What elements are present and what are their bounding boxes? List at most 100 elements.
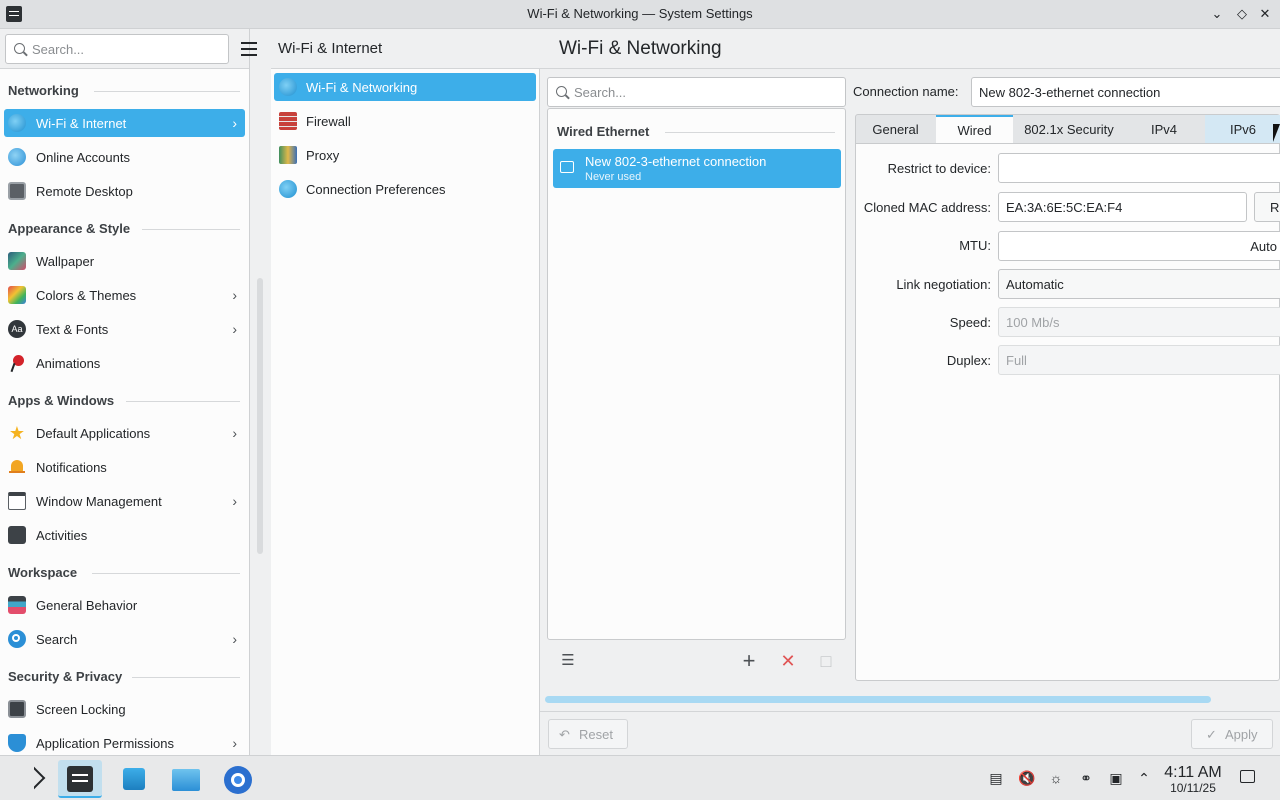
cloned-mac-value: EA:3A:6E:5C:EA:F4: [1006, 200, 1123, 215]
chevron-right-icon: ›: [232, 425, 237, 441]
sidebar-item-label: Search: [36, 632, 78, 647]
configure-icon[interactable]: ☰: [558, 652, 578, 672]
horizontal-scrollbar[interactable]: [545, 696, 1211, 703]
application-launcher-icon[interactable]: [12, 760, 56, 798]
export-icon[interactable]: □: [816, 652, 836, 672]
tab-8021x-security[interactable]: 802.1x Security: [1014, 115, 1124, 145]
mtu-spinbox[interactable]: Auto: [998, 231, 1280, 261]
sidebar-item-colors-themes[interactable]: Colors & Themes ›: [4, 281, 245, 309]
chevron-up-icon[interactable]: ⌃: [1136, 770, 1152, 786]
animations-icon: [8, 354, 26, 373]
sidebar-item-online-accounts[interactable]: Online Accounts: [4, 143, 245, 171]
remote-desktop-icon: [8, 182, 26, 200]
close-button[interactable]: ✕: [1256, 5, 1274, 23]
apply-label: Apply: [1225, 727, 1258, 742]
digital-clock[interactable]: 4:11 AM 10/11/25: [1160, 764, 1226, 795]
middle-title: Wi-Fi & Internet: [278, 40, 383, 57]
system-settings-task[interactable]: [58, 760, 102, 798]
sidebar-item-text-fonts[interactable]: Aa Text & Fonts ›: [4, 315, 245, 343]
sidebar-item-remote-desktop[interactable]: Remote Desktop: [4, 177, 245, 205]
sidebar-item-label: Notifications: [36, 460, 107, 475]
tab-ipv6[interactable]: IPv6: [1205, 115, 1280, 145]
sidebar-item-label: Default Applications: [36, 426, 151, 441]
subitem-connection-preferences[interactable]: Connection Preferences: [274, 175, 536, 203]
wired-tab-panel: [855, 143, 1280, 681]
sidebar-item-label: Application Permissions: [36, 736, 175, 751]
network-icon[interactable]: ⚭: [1078, 770, 1094, 786]
wallpaper-icon: [8, 252, 26, 270]
link-negotiation-value: Automatic: [1006, 277, 1064, 292]
section-security-privacy: Security & Privacy: [8, 669, 123, 684]
sidebar-item-label: Colors & Themes: [36, 288, 137, 303]
sidebar-item-activities[interactable]: Activities: [4, 521, 245, 549]
discover-store-icon[interactable]: [112, 760, 156, 798]
restrict-device-label: Restrict to device:: [887, 161, 991, 176]
section-networking: Networking: [8, 83, 79, 98]
subitem-label: Firewall: [306, 114, 351, 129]
connection-status: Never used: [585, 171, 642, 183]
menu-icon[interactable]: [241, 41, 257, 57]
sidebar-item-animations[interactable]: Animations: [4, 349, 245, 377]
file-manager-icon[interactable]: [164, 760, 208, 798]
chromium-browser-icon[interactable]: [216, 760, 260, 798]
sidebar-item-notifications[interactable]: Notifications: [4, 453, 245, 481]
subitem-label: Proxy: [306, 148, 340, 163]
sidebar-item-application-permissions[interactable]: Application Permissions ›: [4, 729, 245, 755]
restrict-device-combobox[interactable]: [998, 153, 1280, 183]
sidebar-item-wifi-internet[interactable]: Wi-Fi & Internet ›: [4, 109, 245, 137]
tab-ipv4[interactable]: IPv4: [1124, 115, 1204, 145]
tab-general[interactable]: General: [856, 115, 935, 145]
display-icon[interactable]: ▣: [1108, 770, 1124, 786]
divider: [94, 91, 240, 92]
maximize-button[interactable]: ◇: [1233, 5, 1251, 23]
connection-item[interactable]: New 802-3-ethernet connection Never used: [553, 149, 841, 188]
search-icon: [8, 630, 26, 648]
duplex-label: Duplex:: [946, 353, 991, 368]
connection-name-field[interactable]: New 802-3-ethernet connection: [971, 77, 1280, 107]
page-header: Wi-Fi & Networking: [540, 29, 1280, 69]
volume-muted-icon[interactable]: 🔇: [1018, 770, 1035, 786]
screen-locking-icon: [8, 700, 26, 718]
link-negotiation-combobox[interactable]: Automatic: [998, 269, 1280, 299]
sidebar-item-window-management[interactable]: Window Management ›: [4, 487, 245, 515]
connection-search-input[interactable]: Search...: [547, 77, 846, 107]
reset-button[interactable]: ↶ Reset: [548, 719, 628, 749]
sidebar-item-label: Online Accounts: [36, 150, 130, 165]
brightness-icon[interactable]: ☼: [1048, 770, 1064, 786]
sidebar-search-area: Search...: [0, 29, 249, 69]
subitem-label: Connection Preferences: [306, 182, 446, 197]
sidebar-item-general-behavior[interactable]: General Behavior: [4, 591, 245, 619]
sidebar-item-wallpaper[interactable]: Wallpaper: [4, 247, 245, 275]
subcategory-list: Wi-Fi & Networking Firewall Proxy Connec…: [271, 69, 540, 755]
sidebar-search-input[interactable]: Search...: [5, 34, 229, 64]
randomize-mac-button[interactable]: Ra: [1254, 192, 1280, 222]
colors-icon: [8, 286, 26, 304]
sidebar-item-label: Screen Locking: [36, 702, 126, 717]
apply-button[interactable]: ✓ Apply: [1191, 719, 1273, 749]
chevron-right-icon: ›: [232, 115, 237, 131]
clipboard-icon[interactable]: ▤: [988, 770, 1004, 786]
show-desktop-icon[interactable]: [1240, 770, 1255, 783]
subitem-firewall[interactable]: Firewall: [274, 107, 536, 135]
minimize-button[interactable]: ⌄: [1208, 5, 1226, 23]
globe-icon: [8, 114, 26, 132]
link-negotiation-label: Link negotiation:: [896, 277, 991, 292]
subitem-wifi-networking[interactable]: Wi-Fi & Networking: [274, 73, 536, 101]
title-bar: Wi-Fi & Networking — System Settings ⌄ ◇…: [0, 0, 1280, 29]
sidebar-item-label: Remote Desktop: [36, 184, 133, 199]
tab-wired[interactable]: Wired: [936, 115, 1013, 145]
sidebar: Search... Networking Wi-Fi & Internet › …: [0, 29, 250, 755]
remove-icon[interactable]: ✕: [778, 652, 798, 672]
firewall-icon: [279, 112, 297, 130]
undo-icon: ↶: [559, 727, 570, 742]
mtu-value: Auto: [1250, 239, 1277, 254]
sidebar-item-search[interactable]: Search ›: [4, 625, 245, 653]
reset-label: Reset: [579, 727, 613, 742]
sidebar-item-default-applications[interactable]: ★ Default Applications ›: [4, 419, 245, 447]
subitem-proxy[interactable]: Proxy: [274, 141, 536, 169]
add-icon[interactable]: +: [739, 650, 759, 672]
cloned-mac-field[interactable]: EA:3A:6E:5C:EA:F4: [998, 192, 1247, 222]
sidebar-scrollbar[interactable]: [257, 278, 263, 554]
sidebar-item-label: Activities: [36, 528, 88, 543]
sidebar-item-screen-locking[interactable]: Screen Locking: [4, 695, 245, 723]
